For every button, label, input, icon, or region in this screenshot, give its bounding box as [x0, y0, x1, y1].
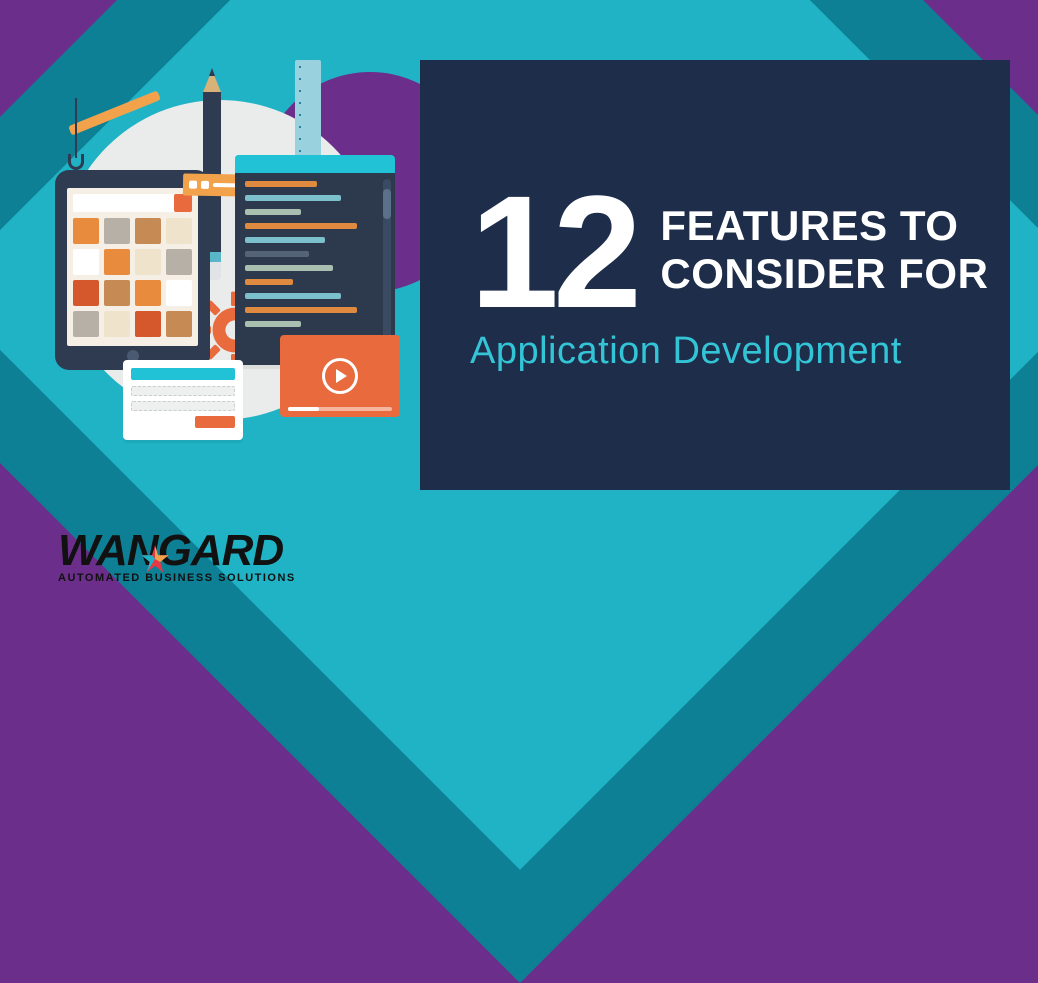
code-window-icon [235, 155, 395, 365]
play-button-icon [322, 358, 358, 394]
brand-tagline: AUTOMATED BUSINESS SOLUTIONS [58, 572, 296, 584]
crane-arm-icon [68, 90, 161, 135]
search-bar-icon [73, 194, 192, 212]
brand-logo: WANGARD AUTOMATED BUSINESS SOLUTIONS [58, 526, 296, 584]
headline-number: 12 [470, 180, 636, 324]
tablet-icon [55, 170, 210, 370]
crane-hook-icon [68, 154, 84, 170]
brand-name: WANGARD [58, 526, 296, 576]
headline-lines: FEATURES TO CONSIDER FOR [660, 180, 988, 299]
illustration-cluster [55, 60, 435, 480]
login-card-icon [123, 360, 243, 440]
brand-star-icon [140, 544, 170, 574]
headline-line-1: FEATURES TO [660, 202, 988, 250]
video-player-icon [280, 335, 400, 417]
headline-block: 12 FEATURES TO CONSIDER FOR Application … [470, 180, 1010, 373]
crane-cable-icon [75, 98, 77, 158]
headline-line-2: CONSIDER FOR [660, 250, 988, 298]
headline-subtitle: Application Development [470, 330, 1010, 373]
